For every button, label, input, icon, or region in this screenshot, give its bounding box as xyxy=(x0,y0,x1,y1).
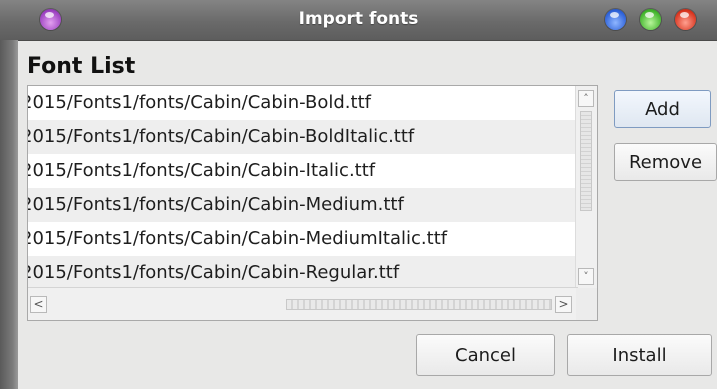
maximize-icon[interactable] xyxy=(640,9,661,30)
vertical-scroll-thumb[interactable] xyxy=(580,111,592,211)
horizontal-scroll-thumb[interactable] xyxy=(286,299,552,310)
window-frame-left xyxy=(0,40,18,389)
list-item[interactable]: 2015/Fonts1/fonts/Cabin/Cabin-Regular.tt… xyxy=(28,256,578,289)
scroll-up-icon[interactable]: ˄ xyxy=(578,90,594,107)
list-item[interactable]: 2015/Fonts1/fonts/Cabin/Cabin-MediumItal… xyxy=(28,222,578,256)
horizontal-scrollbar[interactable]: < > xyxy=(28,287,578,320)
font-list-rows: 2015/Fonts1/fonts/Cabin/Cabin-Bold.ttf 2… xyxy=(28,86,578,289)
list-item[interactable]: 2015/Fonts1/fonts/Cabin/Cabin-Italic.ttf xyxy=(28,154,578,188)
list-item[interactable]: 2015/Fonts1/fonts/Cabin/Cabin-Bold.ttf xyxy=(28,86,578,120)
scroll-right-icon[interactable]: > xyxy=(555,296,572,313)
font-list-heading: Font List xyxy=(27,54,136,79)
list-item[interactable]: 2015/Fonts1/fonts/Cabin/Cabin-BoldItalic… xyxy=(28,120,578,154)
list-item[interactable]: 2015/Fonts1/fonts/Cabin/Cabin-Medium.ttf xyxy=(28,188,578,222)
minimize-icon[interactable] xyxy=(605,9,626,30)
scroll-left-icon[interactable]: < xyxy=(30,296,47,313)
scroll-down-icon[interactable]: ˅ xyxy=(578,268,594,285)
scrollbar-corner xyxy=(576,288,597,320)
cancel-button[interactable]: Cancel xyxy=(416,334,555,376)
remove-button[interactable]: Remove xyxy=(614,143,717,181)
close-icon[interactable] xyxy=(675,9,696,30)
vertical-scrollbar[interactable]: ˄ ˅ xyxy=(575,86,597,289)
title-bar[interactable]: Import fonts xyxy=(0,0,717,41)
install-button[interactable]: Install xyxy=(567,334,712,376)
add-button[interactable]: Add xyxy=(614,90,711,128)
font-list[interactable]: 2015/Fonts1/fonts/Cabin/Cabin-Bold.ttf 2… xyxy=(27,85,598,321)
